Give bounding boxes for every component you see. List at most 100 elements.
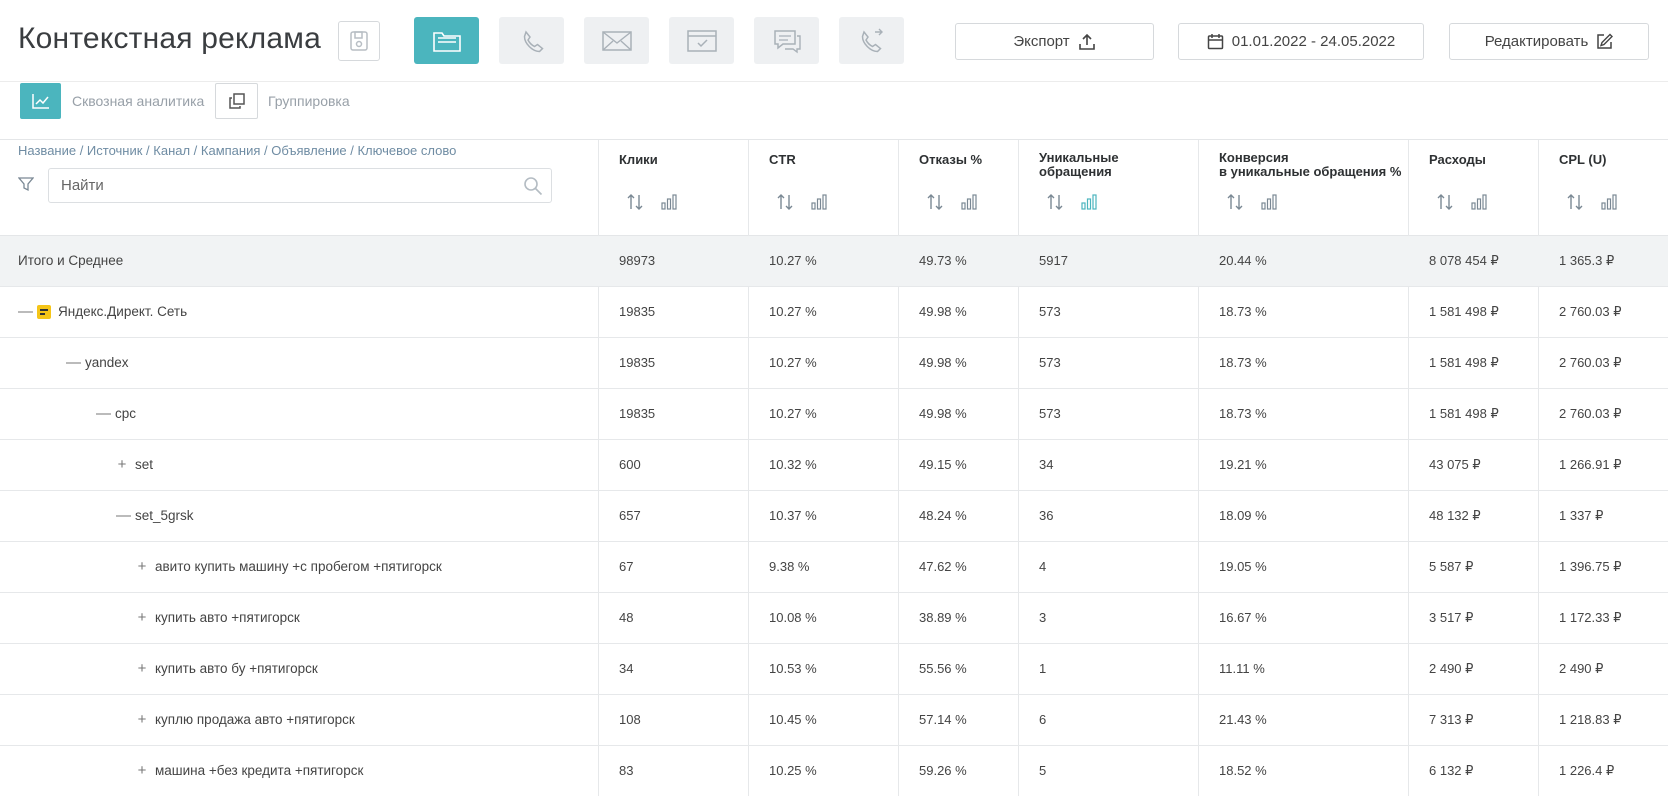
bar-chart-icon[interactable] xyxy=(1601,194,1617,210)
filter-icon[interactable] xyxy=(18,176,34,192)
date-range-picker[interactable]: 01.01.2022 - 24.05.2022 xyxy=(1178,23,1424,60)
bar-chart-icon[interactable] xyxy=(1471,194,1487,210)
table-row[interactable]: + set 600 10.32 % 49.15 % 34 19.21 % 43 075 ₽ 1 … xyxy=(0,440,1668,491)
cell-conversion: 21.43 % xyxy=(1219,712,1267,727)
collapse-toggle[interactable]: — xyxy=(18,304,33,319)
cell-cpl: 1 226.4 ₽ xyxy=(1559,763,1615,778)
collapse-toggle[interactable]: — xyxy=(66,355,81,370)
top-bar: Контекстная реклама Экспорт 01.01.2022 -… xyxy=(0,0,1668,82)
save-icon xyxy=(350,31,368,51)
cell-cpl: 2 760.03 ₽ xyxy=(1559,406,1622,421)
mode-button-callback[interactable] xyxy=(839,17,904,64)
search-input[interactable] xyxy=(61,177,501,194)
row-name-label: set_5grsk xyxy=(135,508,194,523)
cell-expenses: 1 581 498 ₽ xyxy=(1429,304,1499,319)
browser-form-icon xyxy=(686,29,717,52)
sort-icon[interactable] xyxy=(1047,193,1063,211)
cell-cpl: 1 337 ₽ xyxy=(1559,508,1604,523)
bar-chart-icon[interactable] xyxy=(1081,194,1097,210)
calendar-icon xyxy=(1207,34,1223,50)
bar-chart-icon[interactable] xyxy=(1261,194,1277,210)
cell-bounces: 59.26 % xyxy=(919,763,967,778)
cell-unique-requests: 36 xyxy=(1039,508,1054,523)
expand-toggle[interactable]: + xyxy=(136,763,148,778)
sort-icon[interactable] xyxy=(777,193,793,211)
folder-icon xyxy=(432,31,461,52)
edit-label: Редактировать xyxy=(1484,33,1589,50)
cell-bounces: 48.24 % xyxy=(919,508,967,523)
row-name-cell: + куплю продажа авто +пятигорск xyxy=(136,712,355,728)
hierarchy-breadcrumb: Название / Источник / Канал / Кампания /… xyxy=(18,143,457,158)
row-name-cell: + купить авто бу +пятигорск xyxy=(136,661,318,677)
sort-icon[interactable] xyxy=(1567,193,1583,211)
table-row[interactable]: + машина +без кредита +пятигорск 83 10.25 %… xyxy=(0,746,1668,796)
search-icon[interactable] xyxy=(523,176,543,196)
row-name-label: Яндекс.Директ. Сеть xyxy=(58,304,188,319)
mode-button-chats[interactable] xyxy=(754,17,819,64)
table-row[interactable]: + авито купить машину +с пробегом +пятиго… xyxy=(0,542,1668,593)
cell-conversion: 18.73 % xyxy=(1219,355,1267,370)
row-name-cell: — yandex xyxy=(66,355,129,371)
mode-button-calls[interactable] xyxy=(499,17,564,64)
table-row[interactable]: — set_5grsk 657 10.37 % 48.24 % 36 18.09 % 48 1… xyxy=(0,491,1668,542)
cell-unique-requests: 5917 xyxy=(1039,253,1068,268)
row-name-label: машина +без кредита +пятигорск xyxy=(155,763,364,778)
cell-conversion: 18.52 % xyxy=(1219,763,1267,778)
collapse-toggle[interactable]: — xyxy=(116,508,131,523)
end-to-end-analytics-button[interactable] xyxy=(20,83,61,119)
table-row[interactable]: — yandex 19835 10.27 % 49.98 % 573 18.73 % 1 58… xyxy=(0,338,1668,389)
date-range-value: 01.01.2022 - 24.05.2022 xyxy=(1231,33,1396,50)
column-header-label: Отказы % xyxy=(919,152,983,167)
mode-button-forms[interactable] xyxy=(669,17,734,64)
cell-unique-requests: 5 xyxy=(1039,763,1047,778)
cell-expenses: 48 132 ₽ xyxy=(1429,508,1481,523)
trend-chart-icon xyxy=(31,94,49,109)
row-name-label: авито купить машину +с пробегом +пятигор… xyxy=(155,559,442,574)
collapse-toggle[interactable]: — xyxy=(96,406,111,421)
edit-button[interactable]: Редактировать xyxy=(1449,23,1649,60)
sort-icon[interactable] xyxy=(927,193,943,211)
cell-unique-requests: 573 xyxy=(1039,406,1061,421)
mode-button-email[interactable] xyxy=(584,17,649,64)
bar-chart-icon[interactable] xyxy=(661,194,677,210)
cell-ctr: 10.45 % xyxy=(769,712,817,727)
cell-conversion: 19.05 % xyxy=(1219,559,1267,574)
cell-clicks: 657 xyxy=(619,508,641,523)
row-name-cell: Итого и Среднее xyxy=(18,253,123,268)
cell-cpl: 2 490 ₽ xyxy=(1559,661,1604,676)
sort-icon[interactable] xyxy=(627,193,643,211)
expand-toggle[interactable]: + xyxy=(116,457,128,472)
cell-bounces: 38.89 % xyxy=(919,610,967,625)
totals-row[interactable]: Итого и Среднее 98973 10.27 % 49.73 % 5917 20… xyxy=(0,236,1668,287)
table-row[interactable]: + куплю продажа авто +пятигорск 108 10.45 %… xyxy=(0,695,1668,746)
bar-chart-icon[interactable] xyxy=(811,194,827,210)
cell-ctr: 10.27 % xyxy=(769,253,817,268)
column-header-expenses: Расходы xyxy=(1429,153,1486,167)
column-header-label: Расходы xyxy=(1429,152,1486,167)
expand-toggle[interactable]: + xyxy=(136,661,148,676)
expand-toggle[interactable]: + xyxy=(136,559,148,574)
table-row[interactable]: + купить авто бу +пятигорск 34 10.53 % 55.56… xyxy=(0,644,1668,695)
column-header-label: Уникальные xyxy=(1039,150,1119,165)
sort-icon[interactable] xyxy=(1437,193,1453,211)
sort-icon[interactable] xyxy=(1227,193,1243,211)
cell-expenses: 3 517 ₽ xyxy=(1429,610,1474,625)
cell-clicks: 19835 xyxy=(619,355,656,370)
expand-toggle[interactable]: + xyxy=(136,610,148,625)
table-row[interactable]: — Яндекс.Директ. Сеть 19835 10.27 % 49.98 % 5… xyxy=(0,287,1668,338)
row-name-label: купить авто бу +пятигорск xyxy=(155,661,318,676)
table-row[interactable]: — cpc 19835 10.27 % 49.98 % 573 18.73 % 1 581 4… xyxy=(0,389,1668,440)
export-button[interactable]: Экспорт xyxy=(955,23,1154,60)
copy-icon xyxy=(228,93,245,109)
cell-expenses: 1 581 498 ₽ xyxy=(1429,355,1499,370)
table-row[interactable]: + купить авто +пятигорск 48 10.08 % 38.89 % 3… xyxy=(0,593,1668,644)
bar-chart-icon[interactable] xyxy=(961,194,977,210)
save-report-button[interactable] xyxy=(338,21,380,61)
cell-ctr: 10.32 % xyxy=(769,457,817,472)
mode-button-ads[interactable] xyxy=(414,17,479,64)
cell-expenses: 5 587 ₽ xyxy=(1429,559,1474,574)
expand-toggle[interactable]: + xyxy=(136,712,148,727)
grouping-button[interactable] xyxy=(215,83,258,119)
cell-clicks: 108 xyxy=(619,712,641,727)
search-field[interactable] xyxy=(48,168,552,203)
